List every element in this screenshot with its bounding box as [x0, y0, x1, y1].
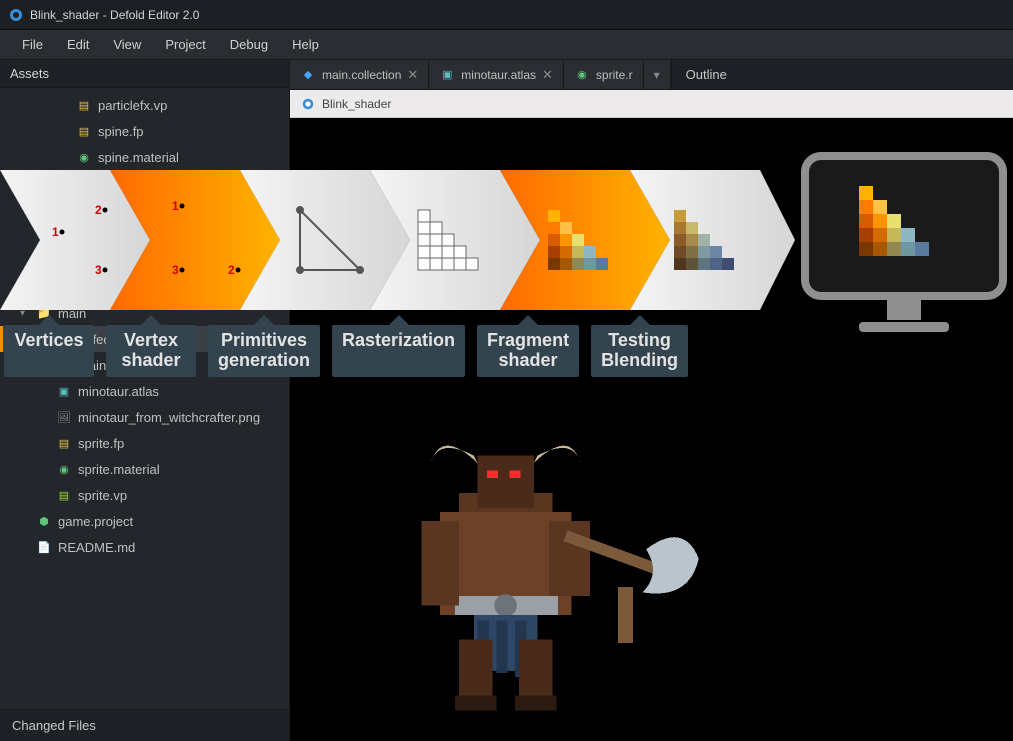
tab-label: sprite.r [596, 68, 633, 82]
tab-main-collection[interactable]: ◆ main.collection ✕ [290, 60, 429, 89]
folder-icon: 📁 [36, 279, 52, 295]
outline-panel-header: Outline [671, 60, 1013, 89]
tree-row[interactable]: ▸ 📁 input [0, 274, 289, 300]
tree-row-label: minotaur_from_witchcrafter.png [78, 410, 260, 425]
tree-row-label: minotaur.atlas [78, 384, 159, 399]
scene-tab-label[interactable]: Blink_shader [322, 97, 391, 111]
assets-panel-header: Assets [0, 60, 289, 88]
tab-label: main.collection [322, 68, 401, 82]
menu-edit[interactable]: Edit [55, 31, 101, 58]
tree-row[interactable]: ▣ minotaur.atlas [0, 378, 289, 404]
tree-row[interactable]: ▸ 📁 scripts [0, 248, 289, 274]
tree-row-label: e_r [78, 202, 97, 217]
tree-row-label: spine.material [98, 150, 179, 165]
tree-row[interactable]: ◆ main.collection [0, 352, 289, 378]
tree-row-label: input [58, 280, 86, 295]
tree-row[interactable]: ▸ 📁 e_r [0, 196, 289, 222]
material-icon: ◉ [56, 461, 72, 477]
image-icon: 🖼 [56, 409, 72, 425]
folder-icon: 📁 [56, 227, 72, 243]
material-icon: ◉ [574, 67, 590, 83]
tree-row[interactable]: ◉ tile_map.materi [0, 170, 289, 196]
tree-row-label: tile_map.materi [98, 176, 187, 191]
tab-overflow[interactable]: ▾ [644, 60, 671, 89]
expander-icon[interactable]: ▸ [40, 230, 50, 241]
expander-icon[interactable]: ▸ [40, 204, 50, 215]
collection-icon: ◆ [56, 357, 72, 373]
tree-row-label: main [58, 306, 86, 321]
tree-row-label: sprite.material [78, 462, 160, 477]
menu-help[interactable]: Help [280, 31, 331, 58]
expander-icon[interactable]: ▸ [20, 282, 30, 293]
expander-icon[interactable]: ▾ [20, 308, 30, 319]
close-icon[interactable]: ✕ [542, 67, 553, 83]
tab-sprite-r[interactable]: ◉ sprite.r [564, 60, 644, 89]
tree-row-label: README.md [58, 540, 135, 555]
tree-row[interactable]: ⬢ game.project [0, 508, 289, 534]
atlas-icon: ▣ [439, 67, 455, 83]
minotaur-sprite [325, 418, 705, 718]
menu-file[interactable]: File [10, 31, 55, 58]
tab-minotaur-atlas[interactable]: ▣ minotaur.atlas ✕ [429, 60, 564, 89]
atlas-icon: ▣ [56, 383, 72, 399]
monitor-icon [799, 150, 1009, 340]
tree-row[interactable]: ▸ 📁 render [0, 222, 289, 248]
defold-logo-icon [8, 7, 24, 23]
tree-row[interactable]: ▤ particlefx.vp [0, 92, 289, 118]
tree-row[interactable]: ▤ sprite.fp [0, 430, 289, 456]
tree-row[interactable]: ◉ sprite.material [0, 456, 289, 482]
material-icon: ◉ [76, 149, 92, 165]
menu-debug[interactable]: Debug [218, 31, 280, 58]
tree-row-label: main.collection [78, 358, 164, 373]
shader-icon: ▤ [56, 487, 72, 503]
defold-logo-icon [300, 96, 316, 112]
folder-icon: 📁 [36, 305, 52, 321]
tree-row-label: spine.fp [98, 124, 144, 139]
collection-icon: ◆ [300, 67, 316, 83]
menu-project[interactable]: Project [153, 31, 217, 58]
expander-icon[interactable]: ▸ [40, 256, 50, 267]
tree-row-label: scripts [78, 254, 116, 269]
tree-row[interactable]: ▤ sprite.vp [0, 482, 289, 508]
menu-view[interactable]: View [101, 31, 153, 58]
folder-icon: 📁 [56, 253, 72, 269]
scene-tab-row: Blink_shader [290, 90, 1013, 118]
assets-panel: Assets ▤ particlefx.vp ▤ spine.fp ◉ spine.mat… [0, 60, 290, 741]
project-icon: ⬢ [36, 513, 52, 529]
tree-row-label: sprite.vp [78, 488, 127, 503]
tab-label: minotaur.atlas [461, 68, 536, 82]
shader-icon: ▤ [56, 435, 72, 451]
editor-tabstrip: ◆ main.collection ✕ ▣ minotaur.atlas ✕ ◉… [290, 60, 1013, 90]
tree-row[interactable]: ▾ 📁 main [0, 300, 289, 326]
tree-row-label: blink_effect.script [48, 332, 148, 347]
folder-icon: 📁 [56, 201, 72, 217]
tree-row-label: sprite.fp [78, 436, 124, 451]
tree-row-label: game.project [58, 514, 133, 529]
changed-files-header[interactable]: Changed Files [0, 709, 289, 741]
tree-row-label: render [78, 228, 116, 243]
tree-row[interactable]: 📄 README.md [0, 534, 289, 560]
doc-icon: 📄 [36, 539, 52, 555]
menubar: File Edit View Project Debug Help [0, 30, 1013, 60]
tree-row[interactable]: ◉ spine.material [0, 144, 289, 170]
window-titlebar: Blink_shader - Defold Editor 2.0 [0, 0, 1013, 30]
assets-tree[interactable]: ▤ particlefx.vp ▤ spine.fp ◉ spine.material ◉ t… [0, 88, 289, 709]
shader-icon: ▤ [76, 97, 92, 113]
tree-row[interactable]: ⚙ blink_effect.script [0, 326, 289, 352]
material-icon: ◉ [76, 175, 92, 191]
tree-row[interactable]: 🖼 minotaur_from_witchcrafter.png [0, 404, 289, 430]
script-icon: ⚙ [26, 331, 42, 347]
window-title: Blink_shader - Defold Editor 2.0 [30, 8, 199, 22]
tree-row[interactable]: ▤ spine.fp [0, 118, 289, 144]
close-icon[interactable]: ✕ [407, 67, 418, 83]
shader-icon: ▤ [76, 123, 92, 139]
tree-row-label: particlefx.vp [98, 98, 167, 113]
